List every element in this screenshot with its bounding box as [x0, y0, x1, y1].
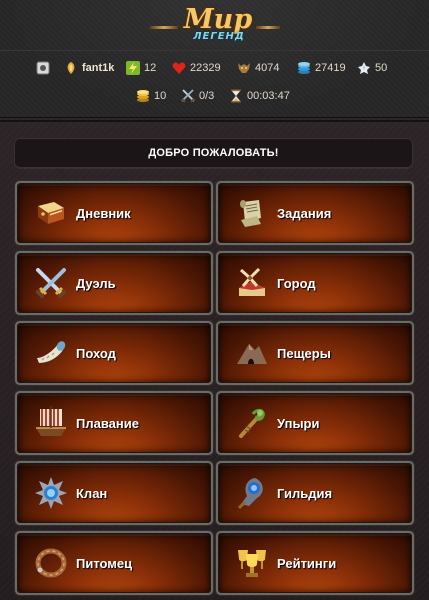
diary-label: Дневник — [76, 205, 131, 221]
user-icon — [64, 61, 78, 75]
level-value: 12 — [144, 62, 157, 74]
gold-coins-icon — [136, 89, 150, 103]
duel-button[interactable]: Дуэль — [18, 254, 210, 312]
logo-subtitle: ЛЕГЕНД — [193, 31, 245, 42]
gold-value: 10 — [154, 90, 167, 102]
strength-value: 4074 — [255, 62, 280, 74]
mountain-icon — [235, 336, 269, 370]
crystals-value: 50 — [375, 62, 388, 74]
scroll-icon — [235, 196, 269, 230]
sailing-button[interactable]: Плавание — [18, 394, 210, 452]
user-stat[interactable]: fant1k — [64, 61, 114, 75]
username-text: fant1k — [82, 62, 115, 74]
level-icon — [126, 61, 140, 75]
level-stat[interactable]: 12 — [126, 61, 156, 75]
ghouls-button[interactable]: Упыри — [219, 394, 411, 452]
heart-icon — [172, 61, 186, 75]
clan-label: Клан — [76, 485, 108, 501]
top-header: Мир ЛЕГЕНД fant1k 12 22329 4074 27419 50… — [0, 0, 429, 122]
caves-label: Пещеры — [277, 345, 331, 361]
timer-value: 00:03:47 — [247, 90, 290, 102]
silver-stat[interactable]: 27419 — [297, 61, 346, 75]
strength-stat[interactable]: 4074 — [237, 61, 279, 75]
gold-stat[interactable]: 10 — [136, 89, 166, 103]
campaign-button[interactable]: Поход — [18, 324, 210, 382]
crossed-swords-small-icon — [181, 89, 195, 103]
crystals-stat[interactable]: 50 — [357, 61, 387, 75]
beast-icon — [237, 61, 251, 75]
silver-coins-icon — [297, 61, 311, 75]
crossed-swords-icon — [34, 266, 68, 300]
ratings-button[interactable]: Рейтинги — [219, 534, 411, 592]
city-label: Город — [277, 275, 316, 291]
header-divider-bottom — [0, 117, 429, 118]
pet-button[interactable]: Питомец — [18, 534, 210, 592]
staff-icon — [235, 406, 269, 440]
city-button[interactable]: Город — [219, 254, 411, 312]
horn-icon — [34, 336, 68, 370]
header-divider-top — [0, 50, 429, 51]
quests-label: Задания — [277, 205, 332, 221]
battles-stat[interactable]: 0/3 — [181, 89, 214, 103]
collar-icon — [34, 546, 68, 580]
trophy-icon — [235, 546, 269, 580]
crystal-icon — [357, 61, 371, 75]
ghouls-label: Упыри — [277, 415, 320, 431]
windmill-icon — [235, 266, 269, 300]
campaign-label: Поход — [76, 345, 116, 361]
pet-label: Питомец — [76, 555, 133, 571]
ship-icon — [34, 406, 68, 440]
welcome-banner: ДОБРО ПОЖАЛОВАТЬ! — [14, 138, 413, 168]
battles-value: 0/3 — [199, 90, 215, 102]
silver-value: 27419 — [315, 62, 346, 74]
health-stat[interactable]: 22329 — [172, 61, 221, 75]
ratings-label: Рейтинги — [277, 555, 337, 571]
clan-button[interactable]: Клан — [18, 464, 210, 522]
guild-button[interactable]: Гильдия — [219, 464, 411, 522]
guild-emblem-icon — [235, 476, 269, 510]
menu-stat[interactable] — [36, 61, 54, 75]
sailing-label: Плавание — [76, 415, 139, 431]
logo-left-line — [150, 26, 178, 29]
quests-button[interactable]: Задания — [219, 184, 411, 242]
clan-emblem-icon — [34, 476, 68, 510]
guild-label: Гильдия — [277, 485, 333, 501]
diary-button[interactable]: Дневник — [18, 184, 210, 242]
game-logo[interactable]: Мир ЛЕГЕНД — [150, 4, 280, 46]
health-value: 22329 — [190, 62, 221, 74]
timer-stat[interactable]: 00:03:47 — [229, 89, 290, 103]
hourglass-icon — [229, 89, 243, 103]
duel-label: Дуэль — [76, 275, 116, 291]
menu-square-icon — [36, 61, 50, 75]
logo-right-line — [256, 26, 280, 29]
main-panel: ДОБРО ПОЖАЛОВАТЬ! Дневник Задания Дуэль … — [0, 122, 429, 600]
book-icon — [34, 196, 68, 230]
caves-button[interactable]: Пещеры — [219, 324, 411, 382]
